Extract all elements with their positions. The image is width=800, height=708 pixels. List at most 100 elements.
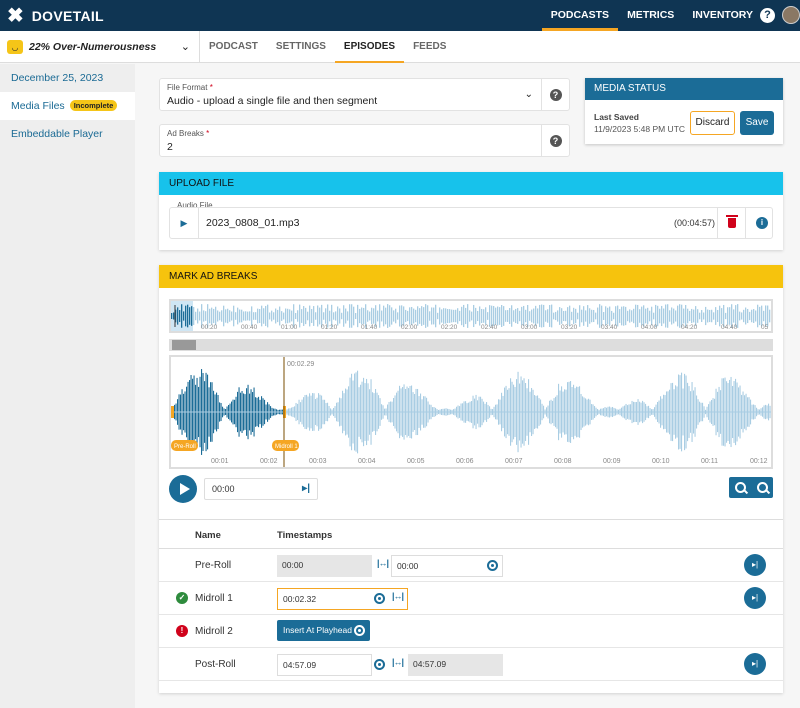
- tab-feeds[interactable]: FEEDS: [404, 31, 455, 63]
- waveform-overview[interactable]: 00:20 00:40 01:00 01:20 01:40 02:00 02:20 02:40…: [169, 299, 773, 333]
- waveform-scrollbar[interactable]: [169, 339, 773, 351]
- logo[interactable]: ✖ DOVETAIL: [7, 6, 104, 26]
- waveform-bar: [431, 307, 433, 325]
- waveform-bar: [447, 308, 449, 324]
- sidebar-item-date[interactable]: December 25, 2023: [0, 64, 135, 92]
- tab-podcast[interactable]: PODCAST: [200, 31, 267, 63]
- waveform-bar: [521, 306, 523, 326]
- zoom-out-icon[interactable]: [756, 482, 768, 493]
- file-format-help[interactable]: ?: [541, 79, 569, 110]
- waveform-bar: [239, 309, 241, 323]
- play-segment-button[interactable]: ▸|: [744, 587, 766, 609]
- tab-episodes[interactable]: EPISODES: [334, 31, 405, 63]
- waveform-bar: [333, 312, 335, 320]
- waveform-bar: [665, 304, 667, 328]
- waveform-bar: [663, 308, 665, 324]
- waveform-bar: [387, 304, 389, 328]
- waveform-bar: [397, 312, 399, 320]
- waveform-bar: [541, 304, 543, 328]
- target-icon[interactable]: [487, 560, 498, 571]
- ad-breaks-input[interactable]: 2: [167, 141, 173, 153]
- waveform-bar: [213, 308, 215, 324]
- preroll-handle[interactable]: [171, 406, 174, 418]
- target-icon[interactable]: [374, 593, 385, 604]
- waveform-bar: [575, 308, 577, 324]
- zoom-waveform-svg: 00:02.29 Pre-Roll Midroll 1 00:01 00:02 00…: [171, 357, 771, 467]
- discard-button[interactable]: Discard: [690, 111, 735, 135]
- play-button[interactable]: [169, 475, 197, 503]
- waveform-bar: [221, 310, 223, 322]
- waveform-bar: [181, 304, 183, 328]
- target-icon: [354, 625, 365, 636]
- waveform-bar: [237, 307, 239, 325]
- waveform-bar: [469, 310, 471, 322]
- waveform-bar: [269, 312, 271, 320]
- midroll1-time-field[interactable]: 00:02.32: [277, 588, 408, 610]
- skip-end-icon[interactable]: ▸|: [302, 483, 310, 494]
- nav-podcasts[interactable]: PODCASTS: [541, 0, 619, 31]
- waveform-bar: [713, 312, 715, 320]
- waveform-bar: [623, 306, 625, 326]
- waveform-bar: [633, 308, 635, 324]
- waveform-bar: [707, 309, 709, 323]
- overview-tick-label: 01:00: [281, 324, 298, 331]
- waveform-bar: [699, 312, 701, 320]
- waveform-bar: [245, 311, 247, 321]
- ad-breaks-help[interactable]: ?: [541, 125, 569, 156]
- file-format-value: Audio - upload a single file and then se…: [167, 95, 378, 107]
- target-icon[interactable]: [374, 659, 385, 670]
- waveform-bar: [459, 310, 461, 322]
- insert-at-playhead-button[interactable]: Insert At Playhead: [277, 620, 370, 641]
- info-icon[interactable]: i: [756, 217, 768, 229]
- waveform-bar: [357, 304, 359, 328]
- waveform-bar: [671, 307, 673, 325]
- waveform-bar: [639, 309, 641, 323]
- check-icon: ✓: [176, 592, 188, 604]
- scrollbar-thumb[interactable]: [172, 340, 196, 350]
- zoom-tick-label: 00:07: [505, 458, 523, 465]
- waveform-bar: [369, 311, 371, 321]
- sidebar-item-embeddable-player[interactable]: Embeddable Player: [0, 120, 135, 148]
- delete-audio-button[interactable]: [717, 208, 746, 238]
- save-button[interactable]: Save: [740, 111, 774, 135]
- waveform-bar: [219, 311, 221, 321]
- waveform-bar: [625, 306, 627, 326]
- waveform-bar: [413, 308, 415, 324]
- waveform-bar: [539, 304, 541, 328]
- tab-settings[interactable]: SETTINGS: [267, 31, 335, 63]
- waveform-bar: [637, 304, 639, 328]
- zoom-in-icon[interactable]: [734, 482, 746, 493]
- avatar[interactable]: [782, 6, 800, 24]
- audio-play-button[interactable]: ▶: [170, 208, 199, 238]
- waveform-bar: [473, 304, 475, 328]
- waveform-zoomed[interactable]: 00:02.29 Pre-Roll Midroll 1 00:01 00:02 00…: [169, 355, 773, 469]
- waveform-bar: [355, 312, 357, 320]
- sidebar-item-media-files[interactable]: Media Files Incomplete: [0, 92, 135, 120]
- waveform-bar: [411, 306, 413, 326]
- ad-breaks-field[interactable]: Ad Breaks * 2 ?: [159, 124, 570, 157]
- playhead-time-input[interactable]: 00:00 ▸|: [204, 478, 318, 500]
- waveform-bar: [759, 306, 761, 326]
- chevron-down-icon: ⌄: [524, 89, 533, 100]
- play-segment-button[interactable]: ▸|: [744, 653, 766, 675]
- waveform-bar: [329, 310, 331, 322]
- waveform-bar: [323, 312, 325, 320]
- waveform-bar: [417, 306, 419, 326]
- table-row: Pre-Roll 00:00 |↔| 00:00 ▸|: [159, 549, 783, 582]
- file-format-label: File Format *: [167, 83, 213, 92]
- podcast-selector[interactable]: ◡ 22% Over-Numerousness ⌄: [0, 31, 200, 63]
- waveform-bar: [277, 309, 279, 323]
- waveform-bar: [715, 307, 717, 325]
- file-format-field[interactable]: File Format * Audio - upload a single fi…: [159, 78, 570, 111]
- postroll-start-field[interactable]: 04:57.09: [277, 654, 372, 676]
- set-range-icon[interactable]: |↔|: [377, 558, 389, 568]
- set-range-icon[interactable]: |↔|: [392, 591, 404, 601]
- trash-icon: [725, 215, 738, 228]
- set-range-icon[interactable]: |↔|: [392, 657, 404, 667]
- waveform-bar: [379, 304, 381, 328]
- waveform-bar: [745, 307, 747, 325]
- help-icon[interactable]: ?: [760, 8, 775, 23]
- play-segment-button[interactable]: ▸|: [744, 554, 766, 576]
- nav-metrics[interactable]: METRICS: [618, 0, 683, 31]
- nav-inventory[interactable]: INVENTORY: [683, 0, 762, 31]
